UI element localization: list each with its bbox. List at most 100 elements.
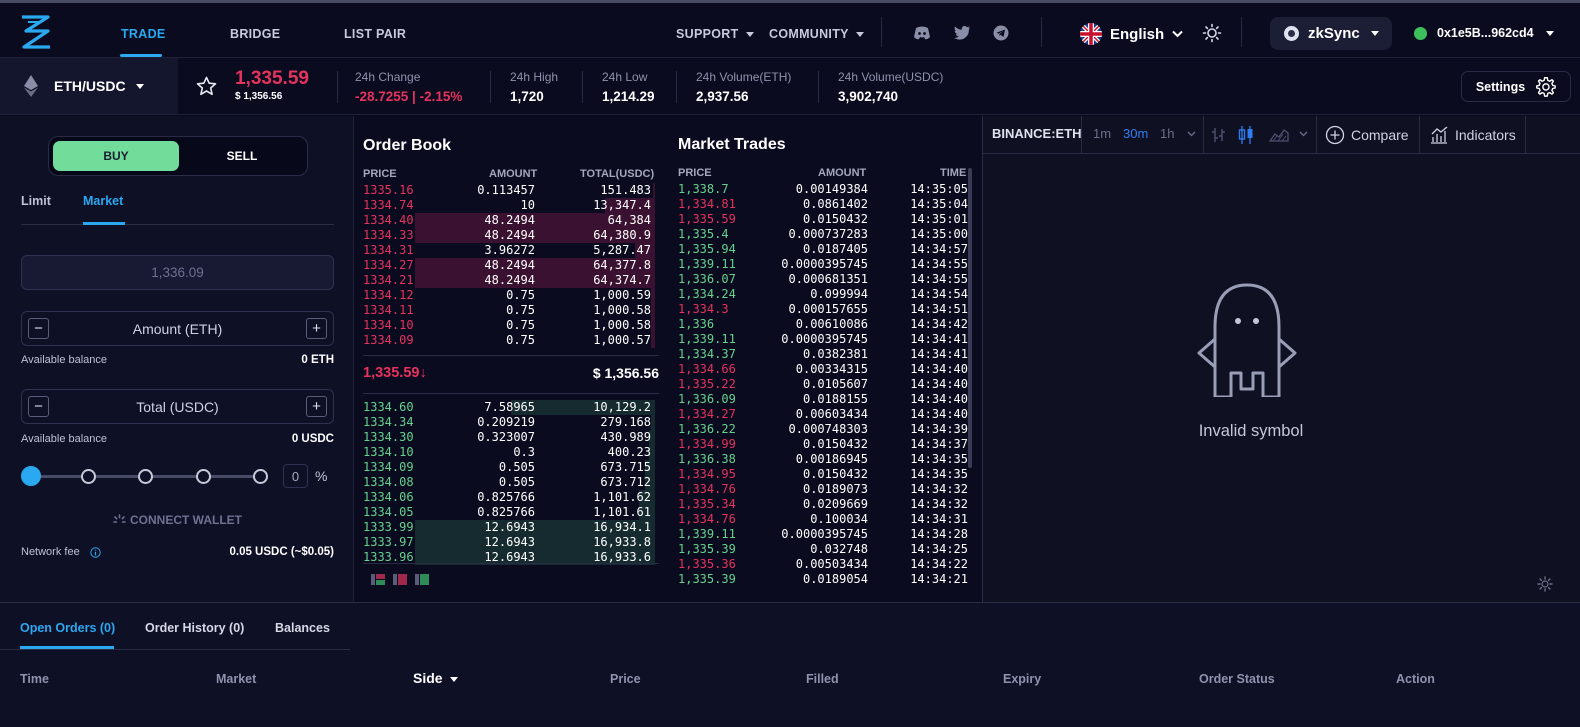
col-price-header: PRICE [678,167,712,179]
sell-button[interactable]: SELL [179,141,305,171]
bid-price: 1333.97 [363,535,414,549]
amount-increment-button[interactable]: + [306,318,327,339]
language-selector[interactable]: English [1080,23,1183,45]
bid-row[interactable]: 1333.99 12.6943 16,934.1 [363,520,655,535]
percent-input[interactable]: 0 [283,464,308,488]
bid-row[interactable]: 1334.30 0.323007 430.989 [363,430,655,445]
chart-symbol[interactable]: BINANCE:ETH [992,126,1082,141]
bid-row[interactable]: 1334.34 0.209219 279.168 [363,415,655,430]
ask-row[interactable]: 1334.12 0.75 1,000.59 [363,288,655,303]
ask-price: 1334.10 [363,318,414,332]
tab-balances[interactable]: Balances [275,621,330,635]
amount-decrement-button[interactable]: − [28,318,49,339]
col-filled: Filled [806,672,839,686]
discord-icon[interactable] [913,25,931,41]
percent-slider-handle[interactable] [21,466,41,486]
mid-price-usd: $ 1,356.56 [592,365,659,381]
ask-row[interactable]: 1334.31 3.96272 5,287.47 [363,243,655,258]
wallet-account-button[interactable]: 0x1e5B...962cd4 [1414,26,1554,40]
trade-amount: 0.0189054 [802,572,868,586]
total-increment-button[interactable]: + [306,396,327,417]
zigzag-logo-icon[interactable] [18,13,54,51]
bar-chart-style-icon[interactable] [1211,126,1227,144]
layout-bids-icon[interactable] [415,574,429,585]
ask-row[interactable]: 1334.27 48.2494 64,377.8 [363,258,655,273]
interval-30m-button[interactable]: 30m [1123,126,1148,141]
ask-row[interactable]: 1334.10 0.75 1,000.58 [363,318,655,333]
nav-trade[interactable]: TRADE [121,27,166,41]
info-icon[interactable] [90,546,101,558]
slider-stop-25[interactable] [81,469,96,484]
compare-button[interactable]: Compare [1325,125,1409,145]
total-decrement-button[interactable]: − [28,396,49,417]
trade-price: 1,335.34 [678,497,736,511]
nav-bridge[interactable]: BRIDGE [230,27,280,41]
interval-1m-button[interactable]: 1m [1093,126,1111,141]
ask-row[interactable]: 1334.33 48.2494 64,380.9 [363,228,655,243]
area-chart-icon[interactable] [1269,126,1289,142]
ask-row[interactable]: 1335.16 0.113457 151.483 [363,183,655,198]
bid-amount: 7.58965 [484,400,535,414]
stat-value: 3,902,740 [838,89,899,104]
trade-price: 1,334.95 [678,467,736,481]
ask-row[interactable]: 1334.40 48.2494 64,384 [363,213,655,228]
chevron-down-icon[interactable] [1187,131,1196,137]
trade-time: 14:34:41 [910,332,968,346]
layout-asks-icon[interactable] [393,574,407,585]
network-selector[interactable]: zkSync [1270,17,1392,50]
trade-row: 1,336.38 0.00186945 14:34:35 [678,452,974,467]
twitter-icon[interactable] [953,25,971,41]
buy-button[interactable]: BUY [53,141,179,171]
tab-open-orders[interactable]: Open Orders (0) [20,621,115,635]
ask-row[interactable]: 1334.11 0.75 1,000.58 [363,303,655,318]
ask-row[interactable]: 1334.21 48.2494 64,374.7 [363,273,655,288]
spinner-icon [113,513,126,523]
ask-row[interactable]: 1334.09 0.75 1,000.57 [363,333,655,348]
settings-button[interactable]: Settings [1461,71,1571,102]
slider-stop-50[interactable] [138,469,153,484]
nav-list-pair[interactable]: LIST PAIR [344,27,406,41]
sun-theme-toggle-icon[interactable] [1202,23,1222,43]
trade-time: 14:34:32 [910,497,968,511]
percent-sign: % [315,468,328,484]
trade-price: 1,334.37 [678,347,736,361]
bid-total: 16,933.8 [593,535,651,549]
chart-settings-gear-icon[interactable] [1537,576,1553,592]
pair-selector[interactable]: ETH/USDC [0,58,178,114]
bid-row[interactable]: 1334.60 7.58965 10,129.2 [363,400,655,415]
slider-stop-75[interactable] [196,469,211,484]
connect-wallet-button[interactable]: CONNECT WALLET [113,513,242,527]
stat-value: -28.7255 | -2.15% [355,89,463,104]
bid-row[interactable]: 1334.10 0.3 400.23 [363,445,655,460]
star-favorite-icon[interactable] [196,76,217,96]
telegram-icon[interactable] [992,25,1010,41]
candlestick-icon[interactable] [1238,125,1254,145]
ask-amount: 48.2494 [484,213,535,227]
bid-row[interactable]: 1334.05 0.825766 1,101.61 [363,505,655,520]
tab-market[interactable]: Market [83,194,123,208]
interval-1h-button[interactable]: 1h [1160,126,1174,141]
total-input[interactable]: − Total (USDC) + [21,389,334,424]
layout-both-icon[interactable] [371,574,385,585]
trades-scrollbar[interactable] [968,168,972,468]
indicators-button[interactable]: Indicators [1429,125,1516,145]
ask-row[interactable]: 1334.74 10 13,347.4 [363,198,655,213]
slider-stop-100[interactable] [253,469,268,484]
nav-community-dropdown[interactable]: COMMUNITY [769,27,864,41]
nav-support-dropdown[interactable]: SUPPORT [676,27,754,41]
bid-row[interactable]: 1334.09 0.505 673.715 [363,460,655,475]
ask-price: 1334.09 [363,333,414,347]
tab-order-history[interactable]: Order History (0) [145,621,244,635]
bid-row[interactable]: 1333.97 12.6943 16,933.8 [363,535,655,550]
trade-price: 1,334.76 [678,512,736,526]
chevron-down-icon[interactable] [1299,131,1308,137]
col-side-filter[interactable]: Side [413,670,458,686]
trade-time: 14:34:51 [910,302,968,316]
price-input[interactable]: 1,336.09 [21,255,334,290]
amount-input[interactable]: − Amount (ETH) + [21,311,334,346]
tab-limit[interactable]: Limit [21,194,51,208]
bid-row[interactable]: 1334.06 0.825766 1,101.62 [363,490,655,505]
bid-row[interactable]: 1334.08 0.505 673.712 [363,475,655,490]
market-trades-title: Market Trades [678,136,786,153]
bid-amount: 0.209219 [477,415,535,429]
